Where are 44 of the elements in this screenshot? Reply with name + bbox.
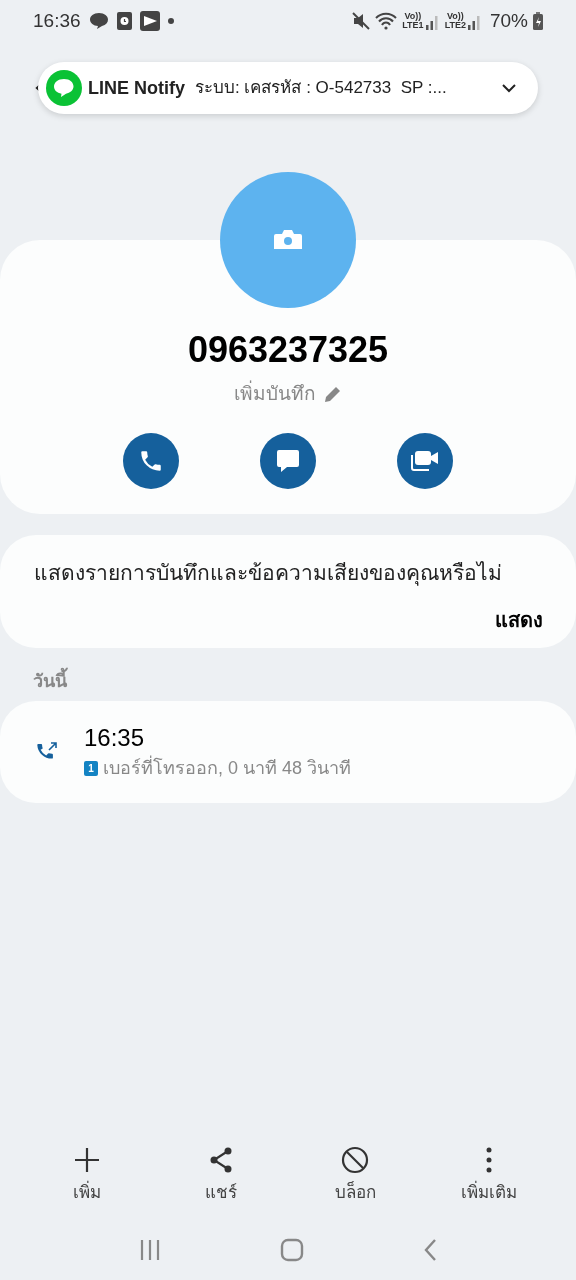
block-icon	[341, 1146, 369, 1174]
show-link[interactable]: แสดง	[495, 604, 543, 635]
home-icon[interactable]	[280, 1238, 304, 1262]
play-icon	[139, 11, 160, 31]
message-icon	[275, 447, 301, 474]
sim-badge: 1	[84, 760, 98, 776]
video-camera-icon	[409, 448, 441, 473]
section-header: วันนี้	[0, 668, 576, 701]
prompt-text: แสดงรายการบันทึกและข้อความเสียงของคุณหรือไม่	[34, 560, 503, 588]
app-logo-icon	[46, 70, 82, 106]
call-log-item[interactable]: 16:35 1 เบอร์ที่โทรออก, 0 นาที 48 วินาที	[0, 701, 576, 803]
back-icon[interactable]	[422, 1238, 437, 1262]
toolbar-button[interactable]: เพิ่มเติม	[434, 1142, 544, 1220]
pencil-icon[interactable]	[324, 385, 342, 404]
volte-label: Vo))	[446, 12, 464, 21]
signal-icon	[425, 14, 440, 30]
notification-text: ระบบ: เคสรหัส : O-542733 SP :...	[195, 77, 448, 100]
clock: 16:36	[33, 8, 81, 33]
chevron-down-icon[interactable]	[502, 83, 516, 93]
share-icon	[209, 1147, 233, 1173]
mute-icon	[352, 12, 371, 30]
more-icon	[486, 1147, 492, 1173]
battery-icon	[533, 12, 543, 30]
volte-label: Vo))	[404, 12, 422, 21]
phone-number: 0963237325	[187, 330, 389, 370]
plus-icon	[74, 1147, 100, 1173]
notification-app-name: LINE Notify	[88, 76, 185, 100]
clock-icon	[116, 12, 132, 30]
toolbar-button[interactable]: แชร์	[166, 1142, 276, 1220]
add-note-link[interactable]: เพิ่มบันทึก	[234, 380, 316, 409]
wifi-icon	[375, 12, 398, 30]
toolbar-button[interactable]: เพิ่ม	[32, 1142, 142, 1220]
network-label: LTE1	[402, 21, 424, 30]
notification-toast[interactable]: LINE Notify ระบบ: เคสรหัส : O-542733 SP :...	[38, 62, 538, 114]
toolbar-button[interactable]: บล็อก	[300, 1142, 410, 1220]
camera-icon	[274, 229, 302, 251]
recent-apps-icon[interactable]	[139, 1239, 162, 1261]
chat-bubble-icon	[88, 12, 109, 30]
dot-icon	[167, 18, 174, 24]
signal-icon	[467, 14, 482, 30]
battery-percent: 70%	[489, 8, 528, 33]
call-time: 16:35	[84, 722, 146, 753]
network-label: LTE2	[444, 21, 466, 30]
call-detail: เบอร์ที่โทรออก, 0 นาที 48 วินาที	[103, 754, 352, 780]
